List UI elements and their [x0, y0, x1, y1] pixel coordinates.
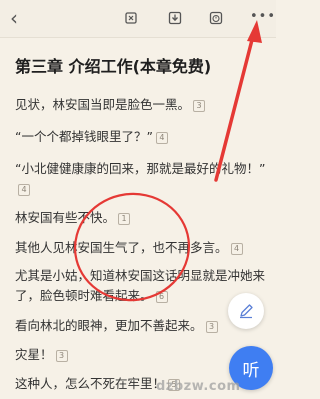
paragraph: 其他人见林安国生气了，也不再多言。 4	[15, 238, 267, 258]
comment-count-badge[interactable]: 3	[193, 99, 206, 112]
paragraph: “一个个都掉钱眼里了？” 4	[15, 127, 267, 147]
pen-icon	[240, 304, 253, 319]
paragraph: 见状，林安国当即是脸色一黑。 3	[15, 95, 267, 115]
download-icon[interactable]	[168, 11, 182, 25]
crop-icon[interactable]	[124, 11, 138, 25]
comment-count-badge[interactable]: 3	[205, 320, 218, 333]
paragraph-text: 尤其是小姑，知道林安国这话明显就是冲她来了，脸色顿时难看起来。	[15, 268, 266, 303]
comment-count-badge[interactable]: 4	[18, 183, 30, 196]
paragraph-text: 其他人见林安国生气了，也不再多言。	[15, 240, 228, 255]
comment-count-badge[interactable]: 3	[55, 349, 68, 362]
paragraph: “小北健健康康的回来，那就是最好的礼物！” 4	[15, 159, 267, 199]
paragraph-text: 这种人，怎么不死在牢里！	[15, 376, 166, 391]
top-toolbar: ‹ •••	[0, 0, 276, 38]
comment-count-badge[interactable]: 4	[155, 131, 168, 144]
comment-count-badge[interactable]: 1	[118, 212, 131, 225]
paragraph-text: 灾星！	[15, 347, 53, 362]
watermark: dzbzw.com	[156, 379, 241, 394]
timer-icon[interactable]	[209, 11, 223, 25]
paragraph-text: 见状，林安国当即是脸色一黑。	[15, 97, 191, 112]
paragraph-text: “小北健健康康的回来，那就是最好的礼物！”	[15, 161, 266, 176]
more-icon[interactable]: •••	[250, 9, 276, 25]
paragraph: 尤其是小姑，知道林安国这话明显就是冲她来了，脸色顿时难看起来。 6	[15, 266, 267, 306]
paragraph-text: 看向林北的眼神，更加不善起来。	[15, 318, 203, 333]
chevron-left-icon[interactable]: ‹	[10, 6, 18, 30]
comment-count-badge[interactable]: 6	[155, 290, 168, 303]
paragraph-text: “一个个都掉钱眼里了？”	[15, 129, 153, 144]
chapter-title: 第三章 介绍工作(本章免费)	[15, 57, 212, 76]
paragraph: 林安国有些不快。 1	[15, 208, 267, 228]
comment-count-badge[interactable]: 4	[230, 242, 243, 255]
write-comment-button[interactable]	[228, 293, 264, 329]
paragraph-text: 林安国有些不快。	[15, 210, 116, 225]
